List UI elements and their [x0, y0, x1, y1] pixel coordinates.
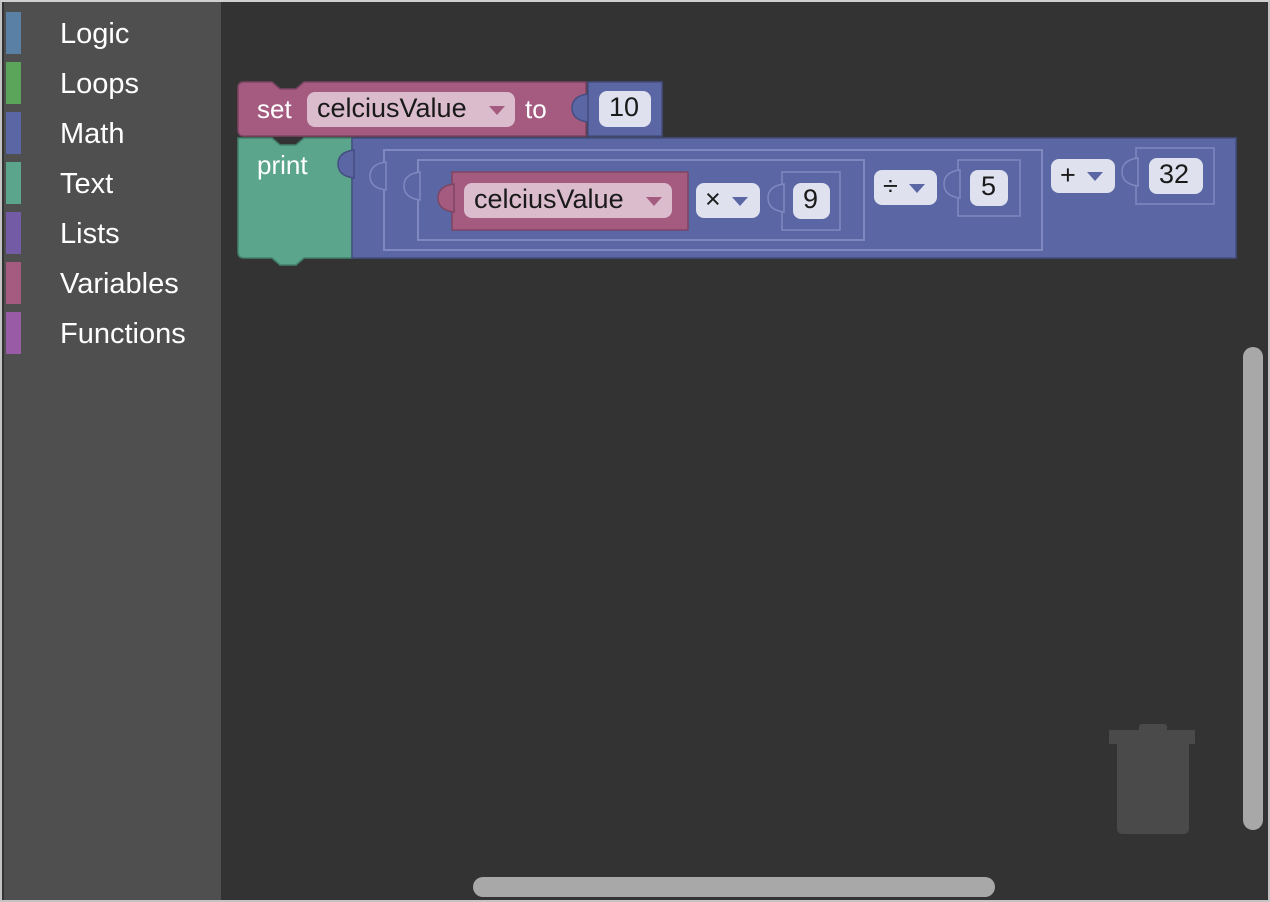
operator-symbol: ÷	[883, 171, 898, 201]
block-shapes	[237, 81, 1237, 266]
variable-reporter-dropdown[interactable]: celciusValue	[464, 183, 672, 218]
toolbox-category-functions[interactable]: Functions	[4, 310, 221, 356]
multiply-operator-dropdown[interactable]: ×	[696, 183, 760, 218]
number-value: 9	[803, 184, 819, 214]
variable-name: celciusValue	[474, 184, 624, 214]
chevron-down-icon	[646, 197, 662, 206]
operator-symbol: ×	[705, 184, 721, 214]
chevron-down-icon	[489, 106, 505, 115]
set-keyword: set	[257, 94, 292, 124]
chevron-down-icon	[1087, 172, 1103, 181]
operator-symbol: +	[1060, 160, 1076, 190]
variable-name: celciusValue	[317, 93, 467, 123]
add-operator-dropdown[interactable]: +	[1051, 159, 1115, 193]
number-field-9[interactable]: 9	[793, 183, 830, 219]
number-field-10[interactable]: 10	[599, 91, 651, 127]
category-label: Functions	[60, 318, 186, 350]
trash-icon[interactable]	[1109, 724, 1195, 834]
blockly-app: Logic Loops Math Text Lists Variables Fu…	[0, 0, 1270, 902]
variable-dropdown[interactable]: celciusValue	[307, 92, 515, 127]
category-color-swatch	[6, 312, 21, 354]
number-field-32[interactable]: 32	[1149, 158, 1203, 194]
print-keyword: print	[257, 150, 308, 180]
number-value: 32	[1159, 159, 1190, 189]
horizontal-scrollbar[interactable]	[473, 877, 995, 897]
number-field-5[interactable]: 5	[970, 170, 1008, 206]
number-value: 10	[609, 92, 640, 122]
to-keyword: to	[525, 94, 547, 124]
number-value: 5	[981, 171, 997, 201]
chevron-down-icon	[732, 197, 748, 206]
vertical-scrollbar[interactable]	[1243, 347, 1263, 830]
divide-operator-dropdown[interactable]: ÷	[874, 170, 937, 205]
chevron-down-icon	[909, 184, 925, 193]
